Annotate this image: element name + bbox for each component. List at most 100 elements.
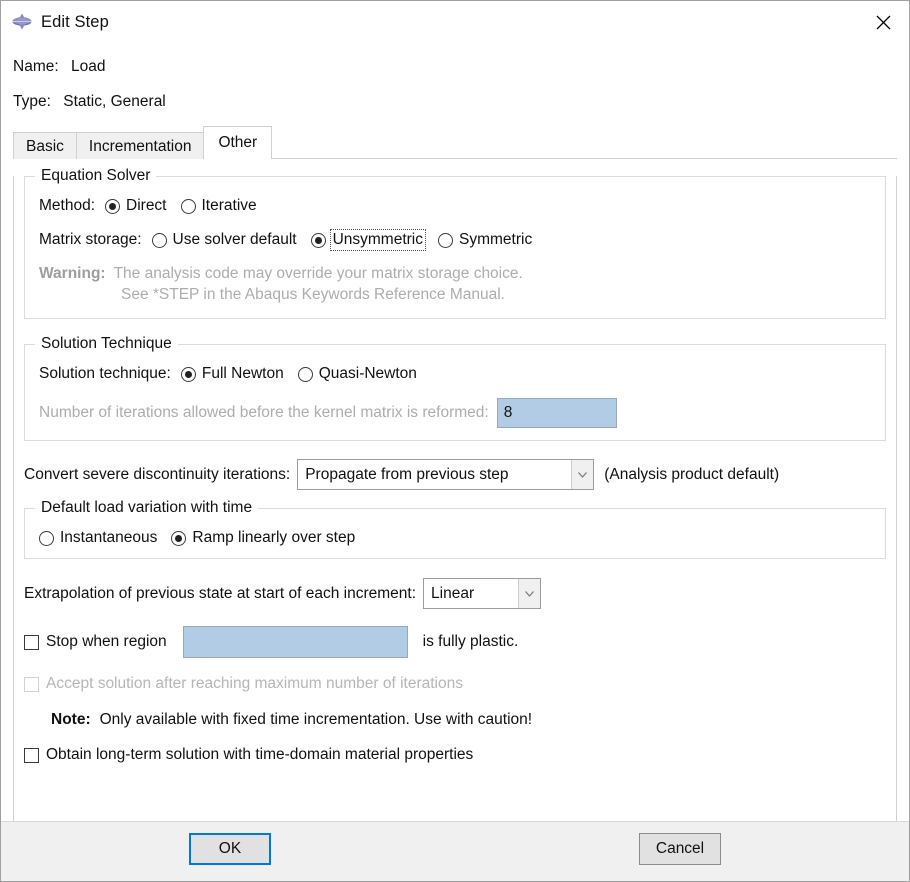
- matrix-warning-line2: See *STEP in the Abaqus Keywords Referen…: [39, 286, 871, 304]
- other-tab-panel: Equation Solver Method: Direct Iterative…: [13, 167, 897, 831]
- solution-technique-title: Solution Technique: [35, 335, 178, 353]
- radio-ramp-linearly[interactable]: Ramp linearly over step: [171, 529, 355, 547]
- stop-when-region-row: Stop when region is fully plastic.: [24, 626, 886, 658]
- checkbox-indicator: [24, 634, 39, 650]
- radio-full-newton[interactable]: Full Newton: [180, 365, 284, 383]
- radio-indicator: [171, 530, 187, 546]
- stop-region-input[interactable]: [182, 626, 408, 658]
- ok-button[interactable]: OK: [189, 833, 271, 865]
- cancel-button[interactable]: Cancel: [639, 833, 721, 865]
- note-row: Note: Only available with fixed time inc…: [24, 711, 886, 729]
- radio-indicator: [438, 232, 453, 248]
- radio-method-iterative[interactable]: Iterative: [180, 197, 257, 215]
- radio-quasi-newton-label: Quasi-Newton: [318, 365, 417, 382]
- radio-indicator: [180, 366, 196, 382]
- tab-strip: Basic Incrementation Other: [1, 126, 909, 159]
- long-term-solution-row: Obtain long-term solution with time-doma…: [24, 746, 886, 764]
- accept-solution-label: Accept solution after reaching maximum n…: [46, 675, 463, 692]
- extrapolation-dropdown[interactable]: Linear: [423, 578, 542, 609]
- dialog-footer: OK Cancel: [1, 821, 909, 881]
- extrapolation-label: Extrapolation of previous state at start…: [24, 584, 417, 602]
- title-bar: Edit Step: [1, 1, 909, 43]
- note-text: Only available with fixed time increment…: [99, 711, 533, 728]
- chevron-down-icon: [571, 460, 594, 489]
- edit-step-dialog: Edit Step Name: Load Type: Static, Gener…: [0, 0, 910, 882]
- step-name-value: Load: [70, 58, 106, 75]
- tab-other-label: Other: [218, 134, 258, 151]
- default-load-variation-group: Default load variation with time Instant…: [24, 499, 886, 559]
- radio-method-direct[interactable]: Direct: [105, 197, 167, 215]
- radio-matrix-symmetric[interactable]: Symmetric: [438, 231, 532, 249]
- extrapolation-dropdown-value: Linear: [431, 584, 475, 602]
- accept-solution-row: Accept solution after reaching maximum n…: [24, 675, 886, 693]
- window-title: Edit Step: [41, 12, 109, 31]
- radio-matrix-default-label: Use solver default: [172, 231, 297, 248]
- solution-technique-group: Solution Technique Solution technique: F…: [24, 335, 886, 441]
- convert-label: Convert severe discontinuity iterations:: [24, 465, 291, 483]
- step-name-row: Name: Load: [1, 59, 909, 75]
- radio-ramp-linearly-label: Ramp linearly over step: [192, 529, 356, 546]
- radio-matrix-default[interactable]: Use solver default: [151, 231, 297, 249]
- abaqus-step-icon: [12, 13, 32, 30]
- matrix-storage-label: Matrix storage:: [39, 231, 142, 248]
- stop-region-suffix: is fully plastic.: [422, 633, 519, 650]
- equation-solver-title: Equation Solver: [35, 167, 157, 185]
- tab-basic[interactable]: Basic: [13, 132, 77, 159]
- radio-method-iterative-label: Iterative: [201, 197, 257, 214]
- radio-full-newton-label: Full Newton: [201, 365, 284, 382]
- radio-matrix-unsymmetric-label: Unsymmetric: [329, 229, 427, 251]
- radio-indicator: [151, 232, 167, 248]
- radio-indicator: [105, 198, 121, 214]
- radio-indicator: [310, 232, 326, 248]
- radio-matrix-symmetric-label: Symmetric: [459, 231, 533, 248]
- step-name-label: Name:: [13, 58, 59, 75]
- convert-severe-discontinuity-row: Convert severe discontinuity iterations:…: [24, 459, 886, 490]
- radio-quasi-newton[interactable]: Quasi-Newton: [297, 365, 417, 383]
- matrix-warning-line1: Warning: The analysis code may override …: [39, 265, 871, 283]
- iterations-label: Number of iterations allowed before the …: [39, 404, 489, 421]
- radio-indicator: [180, 198, 196, 214]
- ok-button-label: OK: [218, 840, 242, 857]
- long-term-solution-checkbox[interactable]: Obtain long-term solution with time-doma…: [24, 746, 473, 764]
- cancel-button-label: Cancel: [655, 840, 705, 857]
- matrix-storage-row: Matrix storage: Use solver default Unsym…: [39, 229, 871, 251]
- checkbox-indicator: [24, 676, 39, 692]
- solution-technique-label: Solution technique:: [39, 365, 171, 382]
- tab-incrementation[interactable]: Incrementation: [75, 132, 205, 159]
- warning-text-2: See *STEP in the Abaqus Keywords Referen…: [121, 286, 505, 303]
- default-load-variation-title: Default load variation with time: [35, 499, 259, 517]
- radio-matrix-unsymmetric[interactable]: Unsymmetric: [310, 229, 427, 251]
- radio-instantaneous[interactable]: Instantaneous: [39, 529, 157, 547]
- chevron-down-icon: [518, 579, 541, 608]
- method-row: Method: Direct Iterative: [39, 197, 871, 215]
- stop-when-region-checkbox[interactable]: Stop when region: [24, 633, 167, 651]
- radio-method-direct-label: Direct: [126, 197, 167, 214]
- radio-indicator: [39, 530, 54, 546]
- step-type-value: Static, General: [63, 92, 166, 110]
- equation-solver-group: Equation Solver Method: Direct Iterative…: [24, 167, 886, 319]
- accept-solution-checkbox: Accept solution after reaching maximum n…: [24, 675, 463, 693]
- step-type-label: Type:: [13, 92, 51, 110]
- tab-other[interactable]: Other: [203, 126, 273, 159]
- long-term-solution-label: Obtain long-term solution with time-doma…: [46, 746, 474, 763]
- extrapolation-row: Extrapolation of previous state at start…: [24, 578, 886, 609]
- convert-dropdown[interactable]: Propagate from previous step: [297, 459, 595, 490]
- convert-suffix: (Analysis product default): [604, 465, 780, 483]
- radio-indicator: [297, 366, 313, 382]
- solution-technique-row: Solution technique: Full Newton Quasi-Ne…: [39, 365, 871, 383]
- stop-when-region-label: Stop when region: [46, 633, 167, 650]
- convert-dropdown-value: Propagate from previous step: [305, 465, 509, 483]
- tab-incrementation-label: Incrementation: [88, 138, 192, 155]
- load-variation-row: Instantaneous Ramp linearly over step: [39, 529, 871, 547]
- tab-basic-label: Basic: [26, 138, 64, 155]
- warning-text-1: The analysis code may override your matr…: [113, 265, 523, 282]
- radio-instantaneous-label: Instantaneous: [60, 529, 158, 546]
- iterations-input[interactable]: 8: [496, 398, 617, 428]
- method-label: Method:: [39, 197, 96, 214]
- close-icon[interactable]: [857, 1, 909, 43]
- checkbox-indicator: [24, 747, 39, 763]
- note-label: Note:: [51, 711, 91, 728]
- iterations-row: Number of iterations allowed before the …: [39, 398, 871, 428]
- step-type-row: Type: Static, General: [1, 92, 909, 110]
- warning-label: Warning:: [39, 265, 106, 282]
